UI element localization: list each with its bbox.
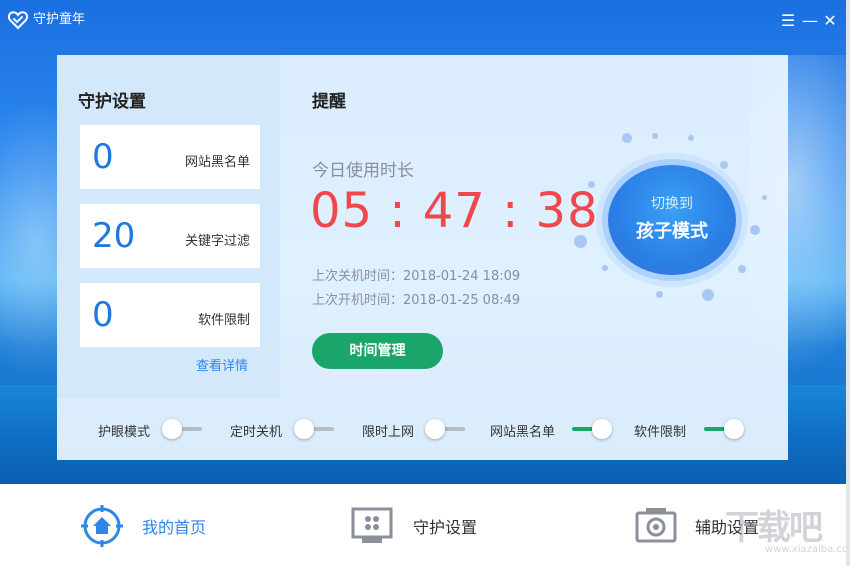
close-icon[interactable]: ✕ [822, 11, 838, 30]
window-edge [846, 0, 850, 566]
gear-icon [635, 508, 677, 543]
toggle-label: 软件限制 [634, 425, 687, 440]
guard-settings-title: 守护设置 [78, 92, 146, 112]
watermark-text: 下载吧 [725, 508, 823, 548]
guard-settings-panel: 守护设置 0 网站黑名单 20 关键字过滤 0 软件限制 查看详情 [57, 55, 280, 398]
quick-toggles: 护眼模式 定时关机 限时上网 网站黑名单 软件限制 [57, 398, 788, 460]
nav-guard-settings[interactable]: 守护设置 [350, 484, 510, 566]
reminder-title: 提醒 [312, 92, 346, 112]
software-limit-switch[interactable] [704, 419, 744, 439]
time-limit-internet-switch[interactable] [425, 419, 465, 439]
stat-value: 0 [92, 137, 114, 177]
decor-dot [762, 195, 767, 200]
stat-software-limit[interactable]: 0 软件限制 [80, 283, 260, 347]
decor-dot [656, 291, 663, 298]
monitor-icon [351, 507, 393, 543]
toggle-label: 定时关机 [230, 425, 283, 440]
app-window: 守护童年 ☰ — ✕ 守护设置 0 网站黑名单 20 关键字过滤 0 软件限制 … [0, 0, 850, 566]
mode-button-line2: 孩子模式 [636, 221, 708, 242]
stat-keyword-filter[interactable]: 20 关键字过滤 [80, 204, 260, 268]
decor-dot [574, 235, 587, 248]
decor-dot [702, 289, 714, 301]
decor-dot [688, 135, 694, 141]
home-icon [81, 505, 123, 547]
last-boot-time: 上次开机时间：2018-01-25 08:49 [312, 293, 521, 308]
app-title: 守护童年 [33, 12, 86, 27]
decor-dot [588, 181, 595, 188]
switch-knob [294, 419, 314, 439]
nav-label: 守护设置 [413, 518, 478, 537]
usage-label: 今日使用时长 [312, 161, 414, 181]
stat-value: 20 [92, 216, 136, 256]
toggle-label: 护眼模式 [98, 425, 151, 440]
time-management-button[interactable]: 时间管理 [312, 333, 443, 369]
switch-knob [724, 419, 744, 439]
switch-child-mode-button[interactable]: 切换到 孩子模式 [608, 165, 736, 275]
stat-label: 网站黑名单 [184, 155, 250, 170]
nav-my-home[interactable]: 我的首页 [80, 484, 240, 566]
stat-website-blacklist[interactable]: 0 网站黑名单 [80, 125, 260, 189]
menu-icon[interactable]: ☰ [780, 11, 796, 30]
stat-value: 0 [92, 295, 114, 335]
reminder-panel: 提醒 今日使用时长 05 : 47 : 38 上次关机时间：2018-01-24… [280, 55, 788, 398]
mode-switch-area: 切换到 孩子模式 [560, 125, 780, 315]
watermark-url: www.xiazaiba.com [765, 544, 850, 555]
view-details-link[interactable]: 查看详情 [196, 355, 248, 374]
main-card: 守护设置 0 网站黑名单 20 关键字过滤 0 软件限制 查看详情 提醒 今日使… [57, 55, 788, 460]
toggle-label: 网站黑名单 [490, 425, 556, 440]
switch-knob [162, 419, 182, 439]
bottom-navigation: 我的首页 守护设置 辅助设置 下载吧 www.xiazaiba.com [0, 484, 850, 566]
minimize-icon[interactable]: — [802, 11, 818, 30]
title-bar: 守护童年 ☰ — ✕ [0, 0, 850, 40]
usage-timer: 05 : 47 : 38 [310, 183, 599, 239]
timed-shutdown-switch[interactable] [294, 419, 334, 439]
stat-label: 关键字过滤 [184, 234, 250, 249]
decor-dot [720, 161, 728, 169]
last-shutdown-time: 上次关机时间：2018-01-24 18:09 [312, 269, 521, 284]
decor-dot [750, 225, 760, 235]
website-blacklist-switch[interactable] [572, 419, 612, 439]
eye-protect-switch[interactable] [162, 419, 202, 439]
switch-knob [592, 419, 612, 439]
site-watermark: 下载吧 www.xiazaiba.com [725, 496, 850, 566]
decor-dot [602, 265, 608, 271]
decor-dot [652, 133, 658, 139]
stat-label: 软件限制 [197, 313, 250, 328]
toggle-label: 限时上网 [362, 425, 415, 440]
mode-button-line1: 切换到 [651, 196, 693, 212]
heart-logo-icon [8, 11, 28, 30]
decor-dot [622, 133, 632, 143]
decor-dot [738, 265, 746, 273]
nav-label: 我的首页 [142, 518, 207, 537]
switch-knob [425, 419, 445, 439]
